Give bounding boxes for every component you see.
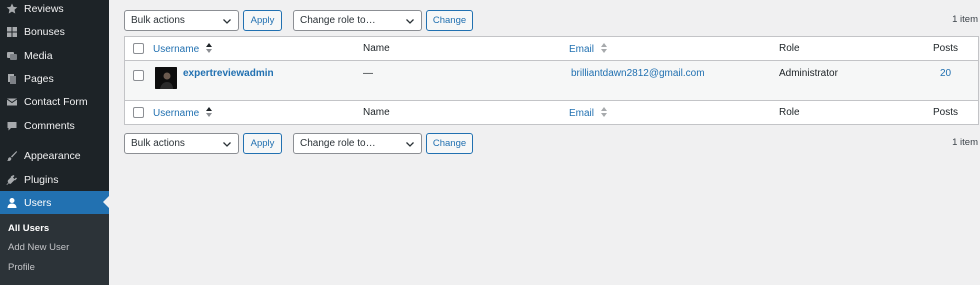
select-all-checkbox[interactable] [133, 107, 144, 118]
chevron-down-icon [222, 139, 232, 149]
bulk-actions-select[interactable]: Bulk actions [124, 10, 239, 31]
table-header: Username Name Email Role Posts [125, 37, 978, 61]
bulk-actions-value: Bulk actions [131, 15, 185, 26]
change-role-select[interactable]: Change role to… [293, 133, 422, 154]
sidebar-item-reviews[interactable]: Reviews [0, 0, 109, 20]
sidebar-item-label: Bonuses [24, 25, 65, 38]
column-footer-name: Name [363, 107, 390, 118]
star-icon [0, 3, 24, 15]
change-role-select[interactable]: Change role to… [293, 10, 422, 31]
role-cell: Administrator [779, 68, 838, 79]
row-checkbox[interactable] [133, 70, 144, 81]
bulk-actions-value: Bulk actions [131, 138, 185, 149]
change-role-button[interactable]: Change [426, 10, 473, 31]
user-icon [0, 197, 24, 209]
column-label: Email [569, 44, 595, 56]
chevron-down-icon [405, 16, 415, 26]
column-label: Username [153, 108, 200, 120]
apply-button[interactable]: Apply [243, 133, 282, 154]
active-indicator [103, 196, 109, 208]
submenu-item-profile[interactable]: Profile [8, 262, 35, 273]
tablenav-top: Bulk actions Apply Change role to… Chang… [124, 10, 980, 31]
sort-asc-icon [205, 107, 212, 120]
mail-icon [0, 96, 24, 108]
media-icon [0, 50, 24, 62]
users-table: Username Name Email Role Posts expertrev… [124, 36, 979, 125]
admin-sidebar: Reviews Bonuses Media Pages Contact Form… [0, 0, 109, 285]
column-footer-username[interactable]: Username [153, 107, 212, 120]
sidebar-item-users[interactable]: Users [0, 191, 109, 214]
change-role-button[interactable]: Change [426, 133, 473, 154]
submenu-item-add-new-user[interactable]: Add New User [8, 242, 69, 253]
brush-icon [0, 150, 24, 162]
sidebar-item-label: Appearance [24, 149, 81, 162]
column-label: Username [153, 44, 200, 56]
column-footer-role: Role [779, 107, 800, 118]
chevron-down-icon [405, 139, 415, 149]
sort-asc-icon [205, 43, 212, 56]
grid-icon [0, 26, 24, 38]
column-header-email[interactable]: Email [569, 43, 607, 56]
column-footer-posts: Posts [933, 107, 959, 118]
avatar [155, 67, 177, 89]
apply-button[interactable]: Apply [243, 10, 282, 31]
table-row: expertreviewadmin — brilliantdawn2812@gm… [125, 61, 978, 100]
change-role-value: Change role to… [300, 138, 376, 149]
sidebar-item-pages[interactable]: Pages [0, 67, 109, 90]
posts-count-link[interactable]: 20 [940, 68, 951, 79]
username-link[interactable]: expertreviewadmin [183, 68, 274, 79]
sidebar-item-appearance[interactable]: Appearance [0, 144, 109, 167]
submenu-item-all-users[interactable]: All Users [8, 223, 49, 234]
sidebar-item-comments[interactable]: Comments [0, 114, 109, 137]
sidebar-item-bonuses[interactable]: Bonuses [0, 20, 109, 43]
sidebar-item-label: Plugins [24, 173, 59, 186]
tablenav-bottom: Bulk actions Apply Change role to… Chang… [124, 133, 980, 154]
select-all-checkbox[interactable] [133, 43, 144, 54]
sort-icon [600, 43, 607, 56]
column-label: Email [569, 108, 595, 120]
sidebar-item-label: Media [24, 49, 53, 62]
sidebar-item-label: Contact Form [24, 95, 88, 108]
sidebar-item-plugins[interactable]: Plugins [0, 168, 109, 191]
pages-icon [0, 73, 24, 85]
name-cell: — [363, 68, 373, 79]
sidebar-item-label: Users [24, 196, 52, 209]
sidebar-item-label: Pages [24, 72, 54, 85]
column-header-posts: Posts [933, 43, 959, 54]
sidebar-item-label: Comments [24, 119, 75, 132]
bulk-actions-select[interactable]: Bulk actions [124, 133, 239, 154]
items-count: 1 item [952, 14, 978, 25]
column-header-role: Role [779, 43, 800, 54]
sidebar-item-media[interactable]: Media [0, 44, 109, 67]
items-count: 1 item [952, 137, 978, 148]
sidebar-item-contact-form[interactable]: Contact Form [0, 90, 109, 113]
sort-icon [600, 107, 607, 120]
chevron-down-icon [222, 16, 232, 26]
column-header-name: Name [363, 43, 390, 54]
column-header-username[interactable]: Username [153, 43, 212, 56]
email-link[interactable]: brilliantdawn2812@gmail.com [571, 68, 705, 79]
comment-icon [0, 120, 24, 132]
sidebar-item-label: Reviews [24, 2, 64, 15]
change-role-value: Change role to… [300, 15, 376, 26]
table-footer: Username Name Email Role Posts [125, 100, 978, 124]
users-submenu: All Users Add New User Profile [0, 214, 109, 285]
plugin-icon [0, 174, 24, 186]
column-footer-email[interactable]: Email [569, 107, 607, 120]
